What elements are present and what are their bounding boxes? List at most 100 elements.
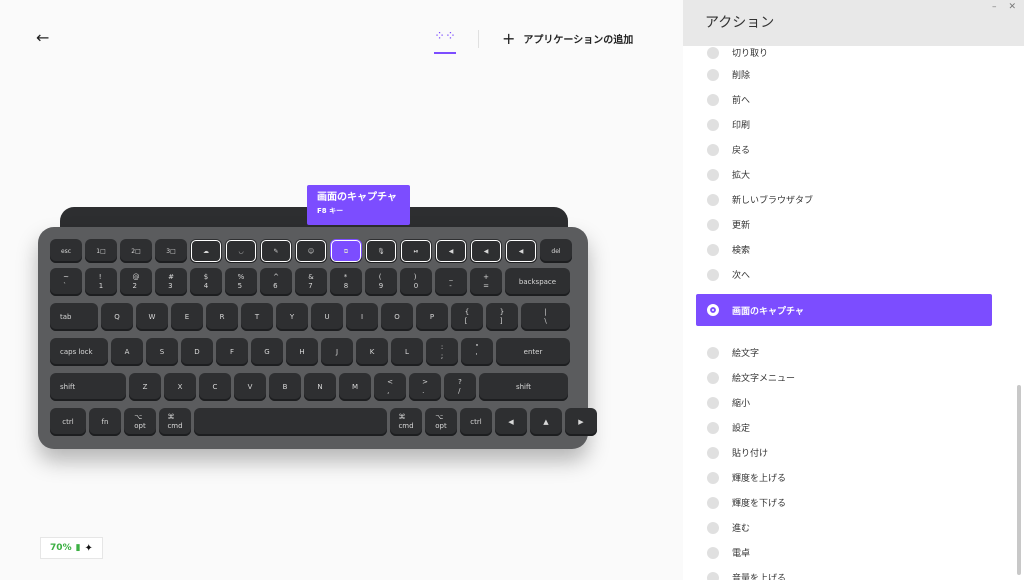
key-v[interactable]: V	[234, 373, 266, 401]
key-comma[interactable]: < ,	[374, 373, 406, 401]
key-4[interactable]: $ 4	[190, 268, 222, 296]
key-fn[interactable]: fn	[89, 408, 121, 436]
key-w[interactable]: W	[136, 303, 168, 331]
minimize-icon[interactable]: –	[992, 2, 997, 12]
action-item[interactable]: 拡大	[683, 162, 1013, 187]
action-item[interactable]: 縮小	[683, 390, 1013, 415]
action-item[interactable]: 印刷	[683, 112, 1013, 137]
key-g[interactable]: G	[251, 338, 283, 366]
key-2[interactable]: @ 2	[120, 268, 152, 296]
action-item[interactable]: 貼り付け	[683, 440, 1013, 465]
key-f13[interactable]: ◀	[505, 239, 537, 263]
key-caps-lock[interactable]: caps lock	[50, 338, 108, 366]
key-x[interactable]: X	[164, 373, 196, 401]
key-d[interactable]: D	[181, 338, 213, 366]
add-application-button[interactable]: + アプリケーションの追加	[502, 28, 633, 48]
key-m[interactable]: M	[339, 373, 371, 401]
apps-grid-icon[interactable]: ⁘⁘	[432, 28, 458, 54]
key-esc[interactable]: esc	[50, 239, 82, 263]
key-3[interactable]: # 3	[155, 268, 187, 296]
key-0[interactable]: ) 0	[400, 268, 432, 296]
key-j[interactable]: J	[321, 338, 353, 366]
key-arrow-left[interactable]: ◀	[495, 408, 527, 436]
key-p[interactable]: P	[416, 303, 448, 331]
action-item[interactable]: 輝度を上げる	[683, 465, 1013, 490]
key-minus[interactable]: _ -	[435, 268, 467, 296]
key-left-cmd[interactable]: ⌘ cmd	[159, 408, 191, 436]
key-l[interactable]: L	[391, 338, 423, 366]
key-open-bracket[interactable]: { [	[451, 303, 483, 331]
key-close-bracket[interactable]: } ]	[486, 303, 518, 331]
action-item[interactable]: 削除	[683, 62, 1013, 87]
key-f6[interactable]: ✎	[260, 239, 292, 263]
key-tab[interactable]: tab	[50, 303, 98, 331]
action-item[interactable]: 切り取り	[683, 43, 1013, 62]
key-backslash[interactable]: | \	[521, 303, 570, 331]
key-enter[interactable]: enter	[496, 338, 570, 366]
key-5[interactable]: % 5	[225, 268, 257, 296]
key-y[interactable]: Y	[276, 303, 308, 331]
key-equals[interactable]: + =	[470, 268, 502, 296]
action-item[interactable]: 音量を上げる	[683, 565, 1013, 580]
key-arrow-up-down[interactable]: ▲	[530, 408, 562, 436]
action-item[interactable]: 設定	[683, 415, 1013, 440]
key-f11[interactable]: ◀	[435, 239, 467, 263]
key-f[interactable]: F	[216, 338, 248, 366]
action-item[interactable]: 新しいブラウザタブ	[683, 187, 1013, 212]
key-left-opt[interactable]: ⌥ opt	[124, 408, 156, 436]
action-item[interactable]: 進む	[683, 515, 1013, 540]
key-a[interactable]: A	[111, 338, 143, 366]
action-item[interactable]: 絵文字	[683, 340, 1013, 365]
key-right-shift[interactable]: shift	[479, 373, 568, 401]
key-f9[interactable]: 🎙	[365, 239, 397, 263]
key-left-shift[interactable]: shift	[50, 373, 126, 401]
key-u[interactable]: U	[311, 303, 343, 331]
key-slash[interactable]: ? /	[444, 373, 476, 401]
key-7[interactable]: & 7	[295, 268, 327, 296]
key-h[interactable]: H	[286, 338, 318, 366]
action-item-selected[interactable]: 画面のキャプチャ	[696, 294, 992, 326]
key-b[interactable]: B	[269, 373, 301, 401]
action-item[interactable]: 輝度を下げる	[683, 490, 1013, 515]
action-item[interactable]: 次へ	[683, 262, 1013, 287]
action-item[interactable]: 前へ	[683, 87, 1013, 112]
scrollbar[interactable]	[1017, 385, 1021, 575]
key-f7[interactable]: ☺	[295, 239, 327, 263]
key-q[interactable]: Q	[101, 303, 133, 331]
key-f12[interactable]: ◀	[470, 239, 502, 263]
key-f1[interactable]: 1□	[85, 239, 117, 263]
key-f8[interactable]: ⧉	[330, 239, 362, 263]
key-t[interactable]: T	[241, 303, 273, 331]
key-s[interactable]: S	[146, 338, 178, 366]
key-arrow-right[interactable]: ▶	[565, 408, 597, 436]
key-c[interactable]: C	[199, 373, 231, 401]
key-z[interactable]: Z	[129, 373, 161, 401]
action-item[interactable]: 戻る	[683, 137, 1013, 162]
action-item[interactable]: 絵文字メニュー	[683, 365, 1013, 390]
key-backtick[interactable]: ~ `	[50, 268, 82, 296]
key-r[interactable]: R	[206, 303, 238, 331]
key-quote[interactable]: " '	[461, 338, 493, 366]
key-right-cmd[interactable]: ⌘ cmd	[390, 408, 422, 436]
key-f4[interactable]: ☁	[190, 239, 222, 263]
key-e[interactable]: E	[171, 303, 203, 331]
key-8[interactable]: * 8	[330, 268, 362, 296]
key-space[interactable]	[194, 408, 387, 436]
key-k[interactable]: K	[356, 338, 388, 366]
key-i[interactable]: I	[346, 303, 378, 331]
key-f2[interactable]: 2□	[120, 239, 152, 263]
key-f3[interactable]: 3□	[155, 239, 187, 263]
key-right-ctrl[interactable]: ctrl	[460, 408, 492, 436]
key-f5[interactable]: ◡	[225, 239, 257, 263]
key-o[interactable]: O	[381, 303, 413, 331]
key-9[interactable]: ( 9	[365, 268, 397, 296]
back-arrow-icon[interactable]: ←	[36, 29, 54, 47]
key-right-opt[interactable]: ⌥ opt	[425, 408, 457, 436]
key-semicolon[interactable]: : ;	[426, 338, 458, 366]
key-6[interactable]: ^ 6	[260, 268, 292, 296]
key-del[interactable]: del	[540, 239, 572, 263]
key-period[interactable]: > .	[409, 373, 441, 401]
action-item[interactable]: 更新	[683, 212, 1013, 237]
key-n[interactable]: N	[304, 373, 336, 401]
action-item[interactable]: 検索	[683, 237, 1013, 262]
